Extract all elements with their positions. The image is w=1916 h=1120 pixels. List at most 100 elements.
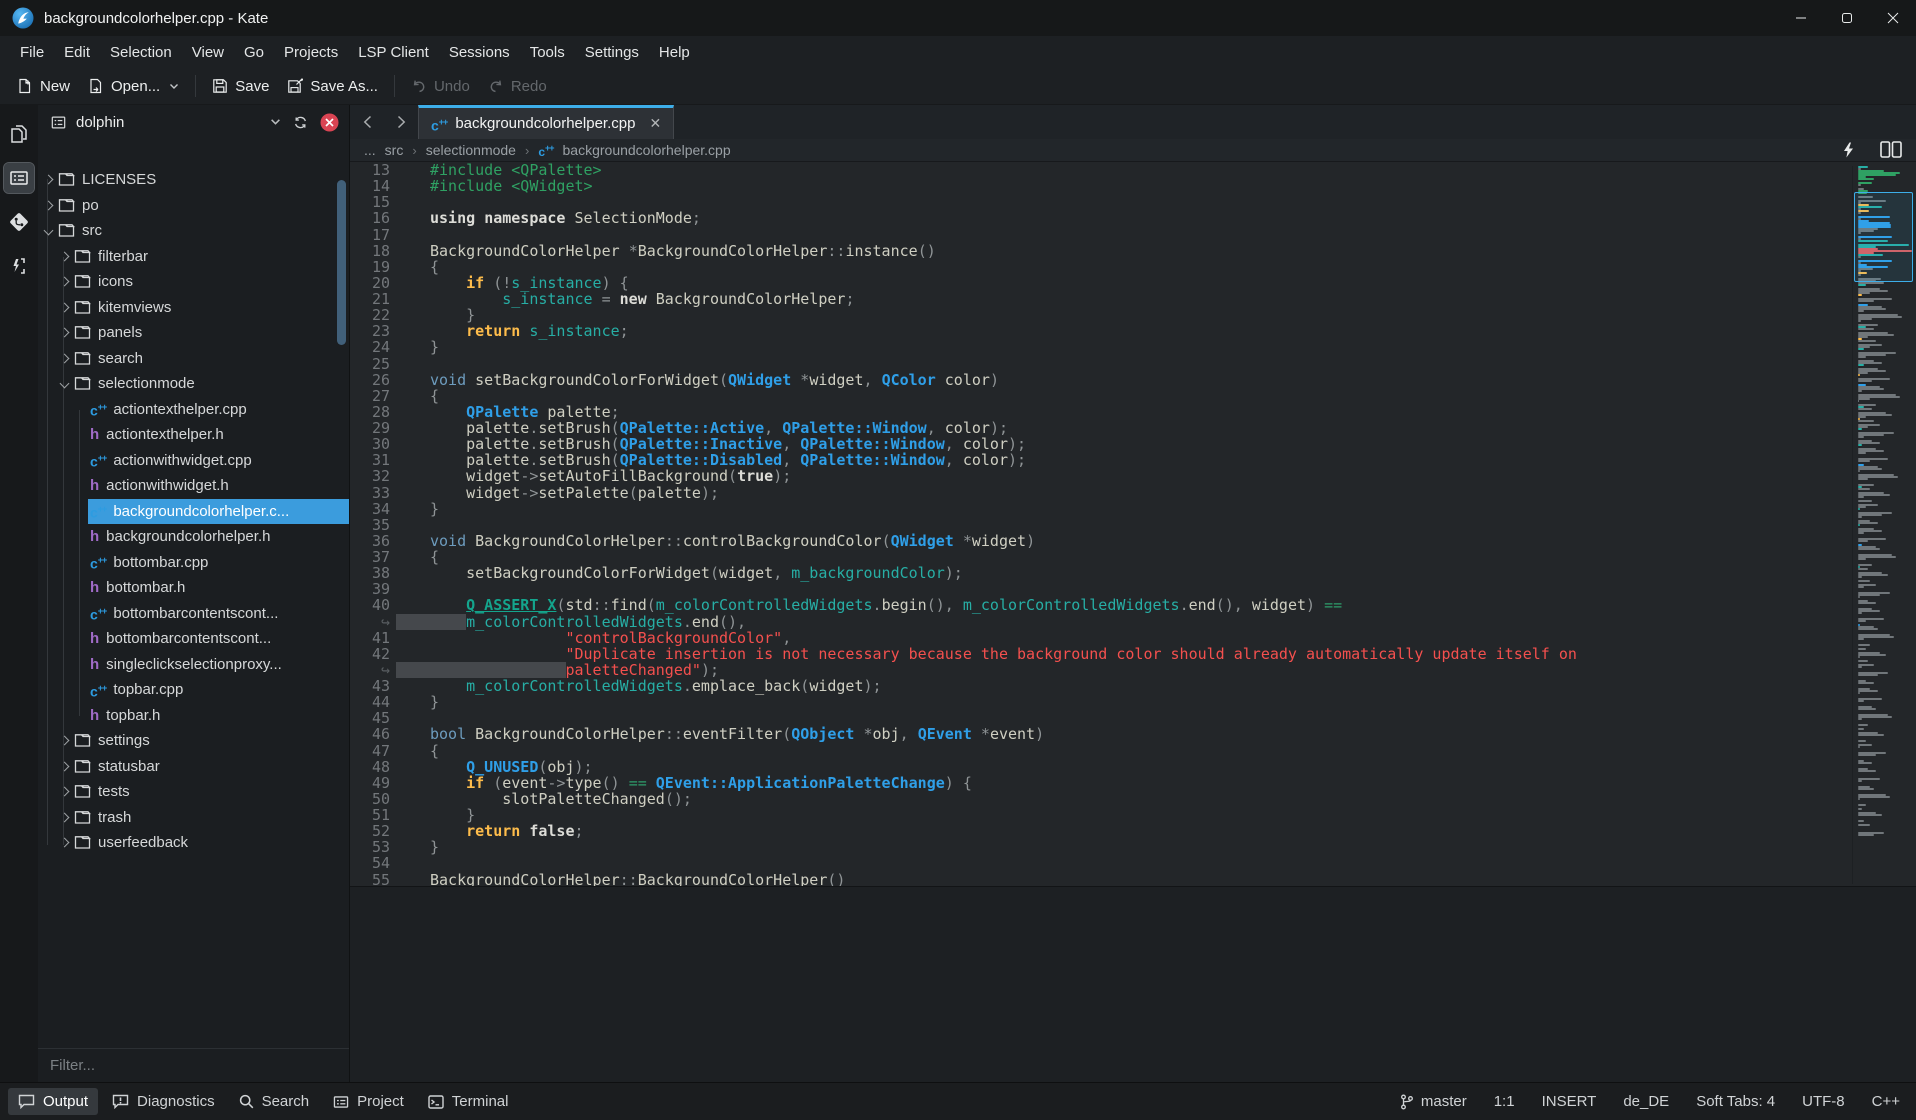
chevron-right-icon[interactable] (59, 353, 69, 363)
code-line-36[interactable]: 36void BackgroundColorHelper::controlBac… (350, 533, 1916, 549)
new-button[interactable]: New (8, 71, 79, 101)
tree-item-topbar-h[interactable]: htopbar.h (38, 703, 349, 729)
code-line-41[interactable]: 41 "controlBackgroundColor", (350, 630, 1916, 646)
minimap-scrollbar[interactable] (1852, 166, 1914, 884)
save-button[interactable]: Save (203, 71, 278, 101)
menu-projects[interactable]: Projects (274, 40, 348, 65)
breadcrumb-collapsed[interactable]: ... (364, 142, 376, 158)
code-line-15[interactable]: 15 (350, 194, 1916, 210)
tree-item-po[interactable]: po (38, 193, 349, 219)
documents-sidebar-button[interactable] (4, 119, 34, 149)
chevron-right-icon[interactable] (59, 328, 69, 338)
tree-scrollbar-thumb[interactable] (337, 180, 346, 345)
project-dropdown-button[interactable] (270, 118, 281, 126)
tree-item-actiontexthelper-cpp[interactable]: c++actiontexthelper.cpp (38, 397, 349, 423)
toolview-button-terminal[interactable]: Terminal (418, 1088, 519, 1115)
code-line-38[interactable]: 38 setBackgroundColorForWidget(widget, m… (350, 565, 1916, 581)
tree-item-bottombar-cpp[interactable]: c++bottombar.cpp (38, 550, 349, 576)
code-line-50[interactable]: 50 slotPaletteChanged(); (350, 791, 1916, 807)
git-sidebar-button[interactable] (4, 207, 34, 237)
open-dropdown-chevron-icon[interactable] (169, 83, 179, 90)
toolview-button-output[interactable]: Output (8, 1088, 98, 1115)
minimize-button[interactable] (1778, 0, 1824, 36)
tree-item-backgroundcolorhelper-c-[interactable]: c++backgroundcolorhelper.c... (38, 499, 349, 525)
quick-open-lightning-icon[interactable] (1843, 142, 1854, 158)
language-status[interactable]: C++ (1872, 1093, 1900, 1110)
code-line-42[interactable]: 42 "Duplicate insertion is not necessary… (350, 646, 1916, 662)
code-line-29[interactable]: 29 palette.setBrush(QPalette::Active, QP… (350, 420, 1916, 436)
encoding-status[interactable]: UTF-8 (1802, 1093, 1845, 1110)
code-line-46[interactable]: 46bool BackgroundColorHelper::eventFilte… (350, 726, 1916, 742)
toolview-button-search[interactable]: Search (229, 1088, 320, 1115)
tree-item-trash[interactable]: trash (38, 805, 349, 831)
tree-item-backgroundcolorhelper-h[interactable]: hbackgroundcolorhelper.h (38, 524, 349, 550)
chevron-right-icon[interactable] (43, 200, 53, 210)
code-line-13[interactable]: 13#include <QPalette> (350, 162, 1916, 178)
code-line-30[interactable]: 30 palette.setBrush(QPalette::Inactive, … (350, 436, 1916, 452)
code-line-28[interactable]: 28 QPalette palette; (350, 404, 1916, 420)
dictionary-status[interactable]: de_DE (1623, 1093, 1669, 1110)
menu-file[interactable]: File (10, 40, 54, 65)
chevron-down-icon[interactable] (59, 379, 69, 389)
code-line-16[interactable]: 16using namespace SelectionMode; (350, 210, 1916, 226)
tree-item-actionwithwidget-cpp[interactable]: c++actionwithwidget.cpp (38, 448, 349, 474)
code-line-45[interactable]: 45 (350, 710, 1916, 726)
code-line-20[interactable]: 20 if (!s_instance) { (350, 275, 1916, 291)
tree-item-selectionmode[interactable]: selectionmode (38, 371, 349, 397)
chevron-right-icon[interactable] (43, 175, 53, 185)
project-reload-button[interactable] (293, 115, 308, 130)
tree-item-singleclickselectionproxy-[interactable]: hsingleclickselectionproxy... (38, 652, 349, 678)
chevron-right-icon[interactable] (59, 812, 69, 822)
tree-item-panels[interactable]: panels (38, 320, 349, 346)
menu-tools[interactable]: Tools (520, 40, 575, 65)
tree-item-topbar-cpp[interactable]: c++topbar.cpp (38, 677, 349, 703)
breadcrumb-dir-selectionmode[interactable]: selectionmode (426, 142, 516, 158)
project-selector[interactable]: dolphin (76, 114, 124, 131)
toolview-button-diagnostics[interactable]: Diagnostics (102, 1088, 225, 1115)
chevron-right-icon[interactable] (59, 277, 69, 287)
code-line-34[interactable]: 34} (350, 501, 1916, 517)
code-line-32[interactable]: 32 widget->setAutoFillBackground(true); (350, 468, 1916, 484)
code-line-47[interactable]: 47{ (350, 743, 1916, 759)
code-line-27[interactable]: 27{ (350, 388, 1916, 404)
code-line-26[interactable]: 26void setBackgroundColorForWidget(QWidg… (350, 372, 1916, 388)
code-line-23[interactable]: 23 return s_instance; (350, 323, 1916, 339)
menu-sessions[interactable]: Sessions (439, 40, 520, 65)
menu-view[interactable]: View (182, 40, 234, 65)
toolview-button-project[interactable]: Project (323, 1088, 414, 1115)
tree-item-settings[interactable]: settings (38, 728, 349, 754)
code-line-39[interactable]: 39 (350, 581, 1916, 597)
code-line-22[interactable]: 22 } (350, 307, 1916, 323)
code-line-53[interactable]: 53} (350, 839, 1916, 855)
tab-back-button[interactable] (350, 105, 384, 139)
code-line-40[interactable]: 40 Q_ASSERT_X(std::find(m_colorControlle… (350, 597, 1916, 613)
code-line-31[interactable]: 31 palette.setBrush(QPalette::Disabled, … (350, 452, 1916, 468)
undo-button[interactable]: Undo (402, 71, 479, 101)
code-line-43[interactable]: 43 m_colorControlledWidgets.emplace_back… (350, 678, 1916, 694)
chevron-right-icon[interactable] (59, 761, 69, 771)
breadcrumb-file[interactable]: backgroundcolorhelper.cpp (563, 142, 731, 158)
code-line-51[interactable]: 51 } (350, 807, 1916, 823)
redo-button[interactable]: Redo (479, 71, 556, 101)
chevron-right-icon[interactable] (59, 302, 69, 312)
code-line-49[interactable]: 49 if (event->type() == QEvent::Applicat… (350, 775, 1916, 791)
tree-item-src[interactable]: src (38, 218, 349, 244)
menu-settings[interactable]: Settings (575, 40, 649, 65)
project-close-button[interactable] (320, 113, 339, 132)
tree-item-statusbar[interactable]: statusbar (38, 754, 349, 780)
menu-go[interactable]: Go (234, 40, 274, 65)
menu-lsp-client[interactable]: LSP Client (348, 40, 439, 65)
tree-item-bottombar-h[interactable]: hbottombar.h (38, 575, 349, 601)
menu-help[interactable]: Help (649, 40, 700, 65)
code-line-37[interactable]: 37{ (350, 549, 1916, 565)
tree-item-bottombarcontentscont-[interactable]: c++bottombarcontentscont... (38, 601, 349, 627)
tree-item-filterbar[interactable]: filterbar (38, 244, 349, 270)
maximize-button[interactable] (1824, 0, 1870, 36)
code-line-18[interactable]: 18BackgroundColorHelper *BackgroundColor… (350, 243, 1916, 259)
lsp-client-sidebar-button[interactable] (4, 251, 34, 281)
code-line-14[interactable]: 14#include <QWidget> (350, 178, 1916, 194)
menu-edit[interactable]: Edit (54, 40, 100, 65)
code-line-17[interactable]: 17 (350, 227, 1916, 243)
tree-item-tests[interactable]: tests (38, 779, 349, 805)
code-line-35[interactable]: 35 (350, 517, 1916, 533)
